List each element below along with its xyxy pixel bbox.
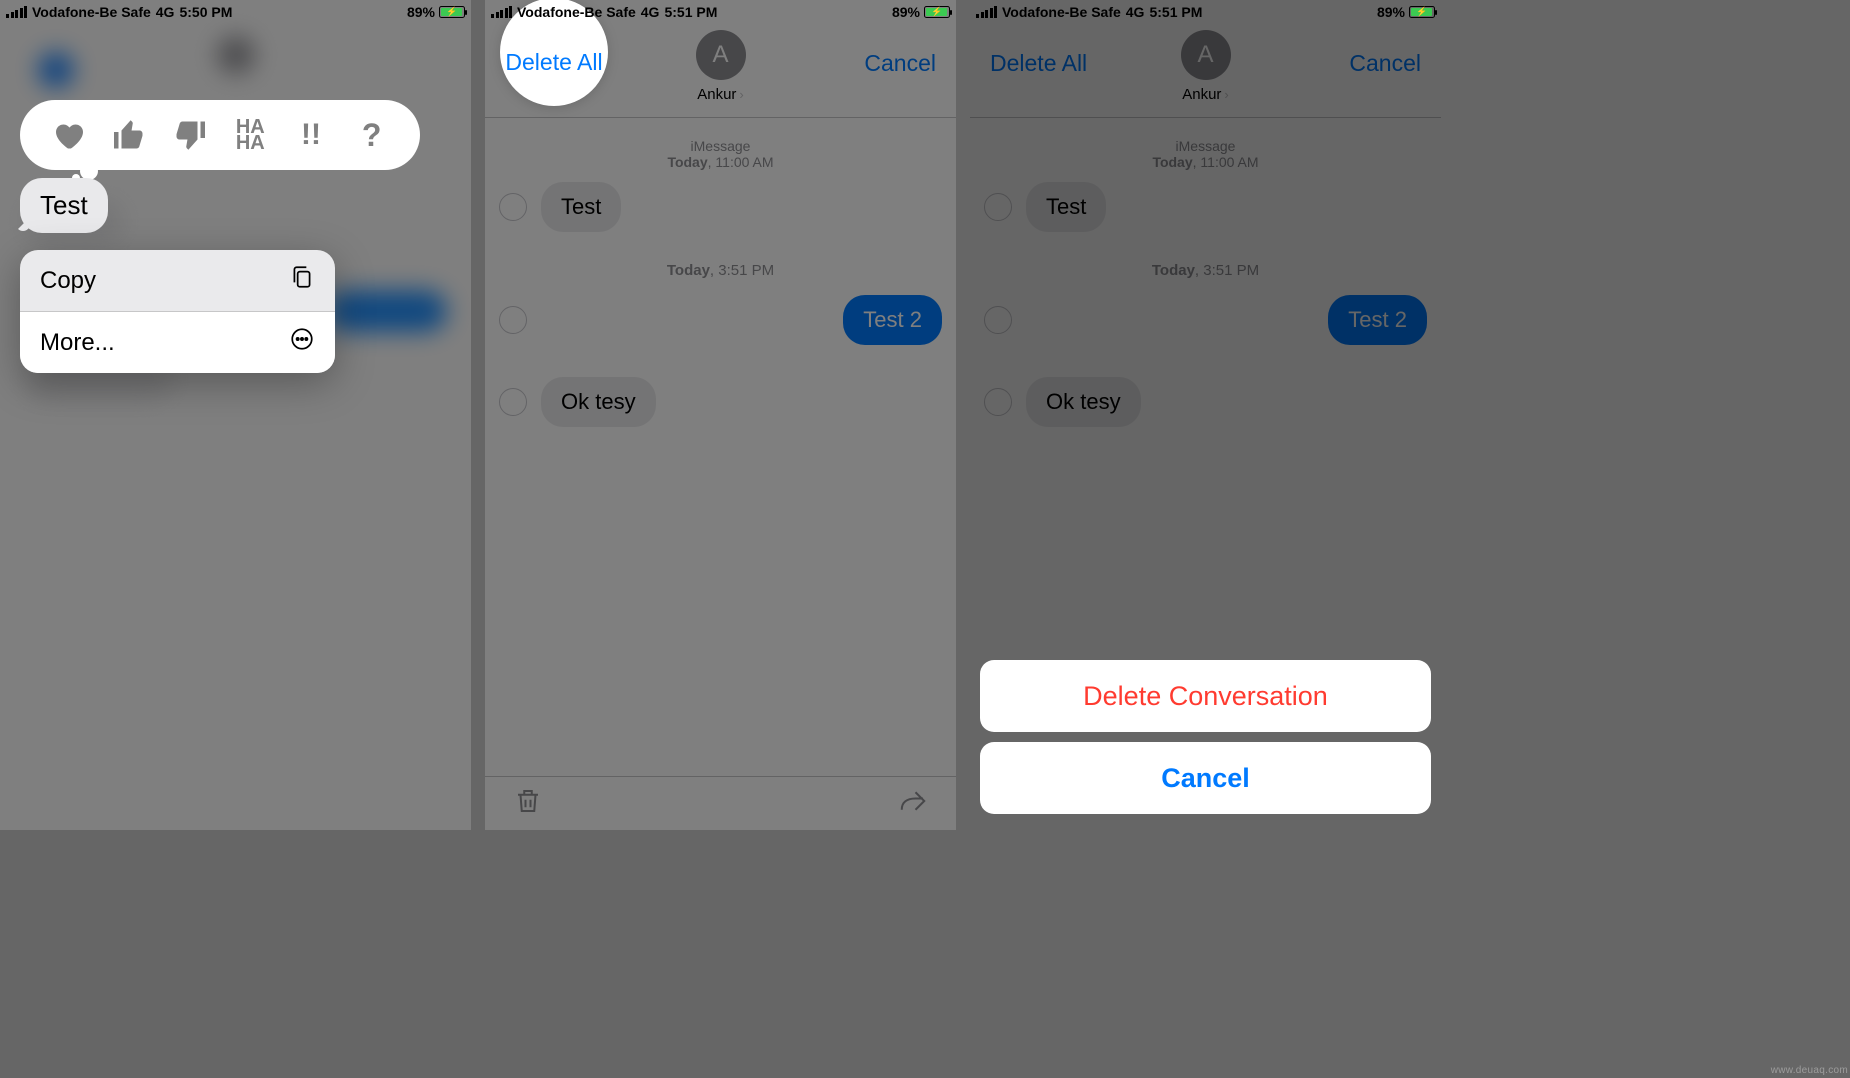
selected-message-bubble: Test: [20, 178, 108, 233]
context-menu-more[interactable]: More...: [20, 312, 335, 373]
selected-message-text: Test: [40, 190, 88, 220]
message-bubble: Ok tesy: [541, 377, 656, 427]
network-label: 4G: [1126, 4, 1145, 20]
message-row[interactable]: Test 2: [970, 289, 1441, 351]
carrier-label: Vodafone-Be Safe: [517, 4, 636, 20]
select-radio[interactable]: [984, 193, 1012, 221]
timestamp-header: iMessage Today, 11:00 AM: [970, 138, 1441, 170]
battery-pct-label: 89%: [892, 4, 920, 20]
contact-name-button[interactable]: Ankur ›: [697, 86, 744, 103]
delete-conversation-button[interactable]: Delete Conversation: [980, 660, 1431, 732]
delete-all-button[interactable]: Delete All: [990, 50, 1087, 77]
avatar[interactable]: A: [696, 30, 746, 80]
cancel-button[interactable]: Cancel: [864, 50, 936, 77]
trash-icon[interactable]: [513, 786, 543, 821]
exclaim-icon[interactable]: !!: [293, 117, 329, 153]
network-label: 4G: [156, 4, 175, 20]
question-icon[interactable]: ?: [354, 117, 390, 153]
spotlight-delete-all-label: Delete All: [505, 49, 602, 76]
chevron-right-icon: ›: [1224, 87, 1228, 102]
haha-icon[interactable]: HAHA: [232, 117, 268, 153]
select-radio[interactable]: [984, 306, 1012, 334]
timestamp-row: Today, 3:51 PM: [485, 262, 956, 279]
cancel-button[interactable]: Cancel: [1349, 50, 1421, 77]
conversation-header: Delete All A Ankur › Cancel: [970, 24, 1441, 118]
avatar[interactable]: A: [1181, 30, 1231, 80]
heart-icon[interactable]: [50, 117, 86, 153]
contact-name-label: Ankur: [1182, 86, 1221, 103]
more-icon: [289, 326, 315, 359]
network-label: 4G: [641, 4, 660, 20]
signal-icon: [6, 6, 27, 18]
context-menu-more-label: More...: [40, 329, 115, 357]
message-row[interactable]: Ok tesy: [485, 371, 956, 433]
forward-icon[interactable]: [898, 786, 928, 821]
avatar-initial: A: [712, 41, 728, 69]
sheet-cancel-label: Cancel: [1161, 763, 1250, 794]
message-bubble: Test: [1026, 182, 1106, 232]
clock-label: 5:50 PM: [179, 4, 232, 20]
timestamp-row: Today, 3:51 PM: [970, 262, 1441, 279]
thumbs-up-icon[interactable]: [111, 117, 147, 153]
message-bubble: Test 2: [1328, 295, 1427, 345]
bottom-toolbar: [485, 776, 956, 830]
copy-icon: [289, 264, 315, 297]
action-sheet: Delete Conversation Cancel: [980, 660, 1431, 824]
battery-icon: ⚡: [924, 6, 950, 18]
battery-pct-label: 89%: [1377, 4, 1405, 20]
chevron-right-icon: ›: [739, 87, 743, 102]
message-bubble: Ok tesy: [1026, 377, 1141, 427]
message-row[interactable]: Test 2: [485, 289, 956, 351]
select-radio[interactable]: [499, 306, 527, 334]
select-radio[interactable]: [499, 193, 527, 221]
delete-conversation-label: Delete Conversation: [1083, 681, 1328, 712]
context-menu: Copy More...: [20, 250, 335, 373]
avatar-initial: A: [1197, 41, 1213, 69]
clock-label: 5:51 PM: [1149, 4, 1202, 20]
context-menu-copy-label: Copy: [40, 267, 96, 295]
signal-icon: [491, 6, 512, 18]
battery-icon: ⚡: [1409, 6, 1435, 18]
contact-name-label: Ankur: [697, 86, 736, 103]
thumbs-down-icon[interactable]: [172, 117, 208, 153]
carrier-label: Vodafone-Be Safe: [32, 4, 151, 20]
message-row[interactable]: Ok tesy: [970, 371, 1441, 433]
select-radio[interactable]: [984, 388, 1012, 416]
message-bubble: Test 2: [843, 295, 942, 345]
clock-label: 5:51 PM: [664, 4, 717, 20]
battery-icon: ⚡: [439, 6, 465, 18]
message-row[interactable]: Test: [970, 176, 1441, 238]
message-row[interactable]: Test: [485, 176, 956, 238]
context-menu-copy[interactable]: Copy: [20, 250, 335, 311]
select-radio[interactable]: [499, 388, 527, 416]
carrier-label: Vodafone-Be Safe: [1002, 4, 1121, 20]
signal-icon: [976, 6, 997, 18]
battery-pct-label: 89%: [407, 4, 435, 20]
timestamp-header: iMessage Today, 11:00 AM: [485, 138, 956, 170]
message-bubble: Test: [541, 182, 621, 232]
contact-name-button[interactable]: Ankur ›: [1182, 86, 1229, 103]
watermark: www.deuaq.com: [1771, 1065, 1848, 1076]
sheet-cancel-button[interactable]: Cancel: [980, 742, 1431, 814]
